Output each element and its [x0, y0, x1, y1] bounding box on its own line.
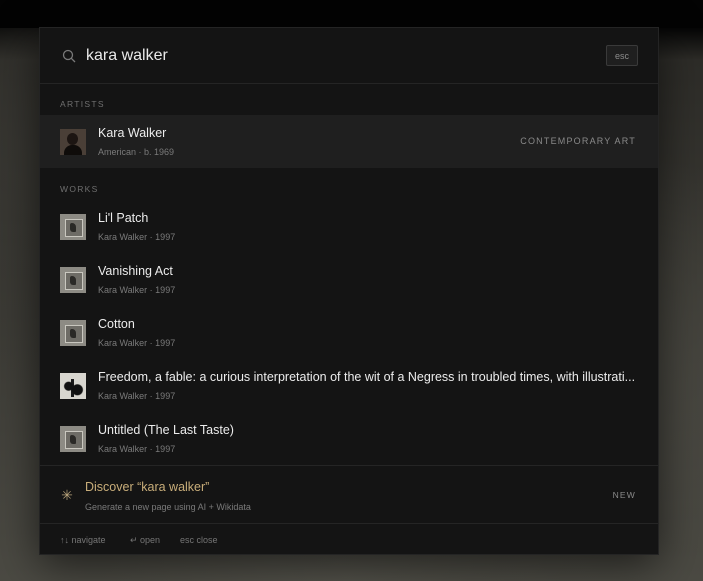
work-subtitle: Kara Walker · 1997 — [98, 232, 176, 242]
work-thumbnail — [60, 214, 86, 240]
artists-section-label: ARTISTS — [60, 99, 105, 109]
search-icon — [62, 49, 76, 63]
work-row[interactable]: Li'l Patch Kara Walker · 1997 — [40, 200, 658, 253]
artist-avatar — [60, 129, 86, 155]
artist-category-tag: CONTEMPORARY ART — [520, 136, 636, 146]
open-hint: ↵ open — [130, 535, 161, 545]
work-title: Untitled (The Last Taste) — [98, 423, 234, 437]
keyboard-hints: ↑↓ navigate ↵ open esc close — [40, 523, 658, 556]
works-section-label: WORKS — [60, 184, 99, 194]
search-bar: esc — [40, 28, 658, 84]
sparkle-icon: ✳ — [61, 487, 73, 503]
work-row[interactable]: Cotton Kara Walker · 1997 — [40, 306, 658, 359]
work-subtitle: Kara Walker · 1997 — [98, 338, 176, 348]
discover-row[interactable]: ✳ Discover “kara walker” Generate a new … — [40, 465, 658, 524]
artist-row-kara-walker[interactable]: Kara Walker American · b. 1969 CONTEMPOR… — [40, 115, 658, 168]
discover-title: Discover “kara walker” — [85, 480, 210, 494]
work-row[interactable]: Freedom, a fable: a curious interpretati… — [40, 359, 658, 412]
esc-button[interactable]: esc — [606, 45, 638, 66]
work-title: Vanishing Act — [98, 264, 173, 278]
work-title: Cotton — [98, 317, 135, 331]
artist-subtitle: American · b. 1969 — [98, 147, 175, 157]
work-row[interactable]: Untitled (The Last Taste) Kara Walker · … — [40, 412, 658, 465]
search-palette: esc ARTISTS Kara Walker American · b. 19… — [39, 27, 659, 555]
navigate-hint: ↑↓ navigate — [60, 535, 106, 545]
work-row[interactable]: Vanishing Act Kara Walker · 1997 — [40, 253, 658, 306]
work-thumbnail — [60, 373, 86, 399]
discover-subtitle: Generate a new page using AI + Wikidata — [85, 502, 251, 512]
work-subtitle: Kara Walker · 1997 — [98, 285, 176, 295]
work-thumbnail — [60, 267, 86, 293]
top-bar — [0, 0, 703, 28]
work-thumbnail — [60, 320, 86, 346]
work-thumbnail — [60, 426, 86, 452]
new-badge: NEW — [612, 490, 636, 500]
work-title: Li'l Patch — [98, 211, 149, 225]
work-subtitle: Kara Walker · 1997 — [98, 444, 176, 454]
work-title: Freedom, a fable: a curious interpretati… — [98, 370, 636, 384]
close-hint: esc close — [180, 535, 218, 545]
search-input[interactable] — [86, 43, 566, 69]
work-subtitle: Kara Walker · 1997 — [98, 391, 176, 401]
